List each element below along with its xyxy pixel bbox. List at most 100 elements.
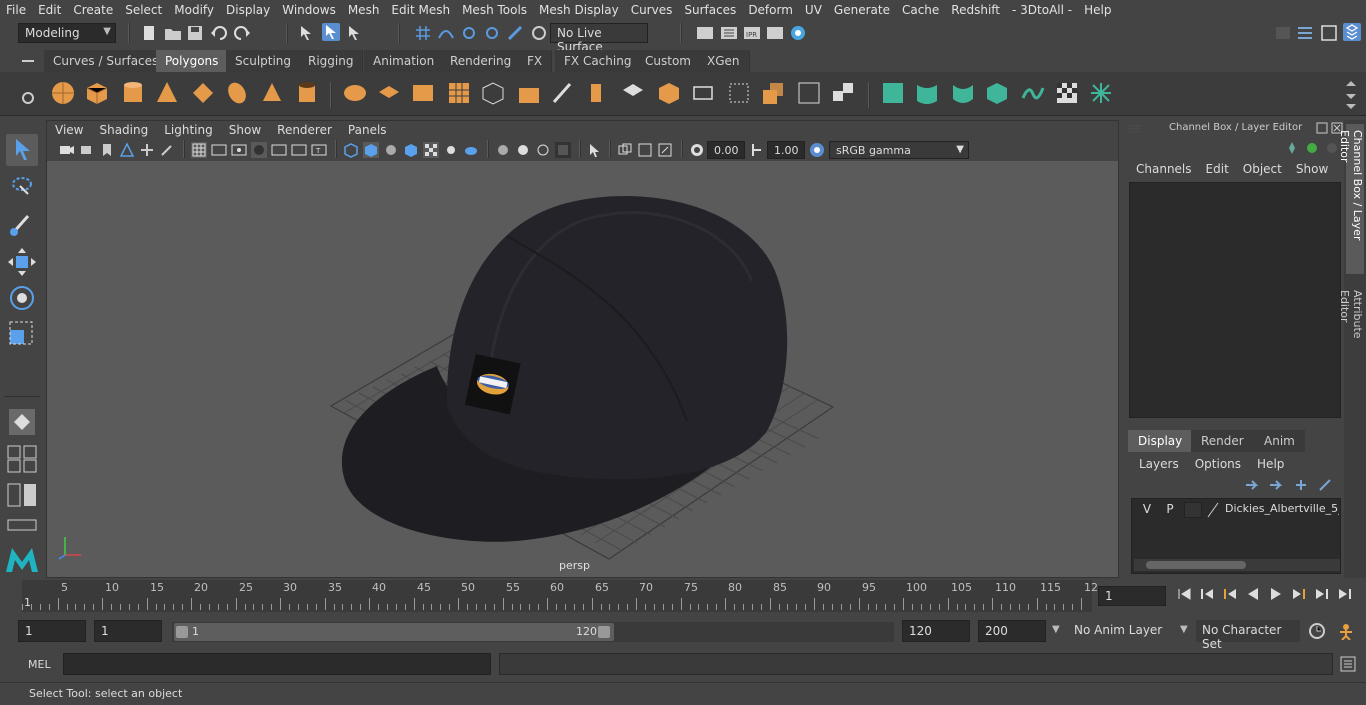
range-track[interactable]: 1 120 [172,622,894,642]
shadows-icon[interactable] [463,142,479,158]
snap-grid-icon[interactable] [414,24,432,42]
show-menu[interactable]: Show [1289,162,1335,176]
tab-sculpting[interactable]: Sculpting [226,50,302,72]
shelf-scroll-icon[interactable] [1344,78,1358,110]
viewport-menu-shading[interactable]: Shading [91,123,156,137]
snap-curve-icon[interactable] [437,24,455,42]
command-language-toggle[interactable]: MEL [18,654,58,676]
snap-live-icon[interactable] [506,24,524,42]
menu-file[interactable]: File [0,3,32,17]
layer-list-scrollbar[interactable] [1134,559,1340,571]
poly-cube-icon[interactable] [84,80,110,106]
tab-attribute-editor[interactable]: Attribute Editor [1338,284,1364,376]
menu-curves[interactable]: Curves [625,3,679,17]
film-gate-icon[interactable] [211,142,227,158]
exposure-field[interactable]: 0.00 [707,141,745,159]
edit-menu[interactable]: Edit [1199,162,1236,176]
mode-selector[interactable]: Modeling ▼ [18,23,116,43]
options-menu[interactable]: Options [1187,457,1249,471]
lasso-tool-button[interactable] [6,172,38,204]
channels-menu[interactable]: Channels [1122,162,1199,176]
float-panel-icon[interactable] [1316,122,1328,134]
target-weld-icon[interactable] [690,80,716,106]
append-icon[interactable] [586,80,612,106]
uv-editor-icon[interactable] [1088,80,1114,106]
menu-mesh-tools[interactable]: Mesh Tools [456,3,533,17]
menu-3dtoall[interactable]: - 3DtoAll - [1006,3,1078,17]
menu-mesh-display[interactable]: Mesh Display [533,3,625,17]
command-input[interactable] [63,653,491,675]
step-forward-key-icon[interactable] [1314,586,1330,602]
render-frame-icon[interactable] [720,24,738,42]
snap-point-icon[interactable] [460,24,478,42]
current-frame-field[interactable]: 1 [1098,586,1166,606]
isolate-select-icon[interactable] [587,142,603,158]
play-forward-icon[interactable] [1268,586,1284,602]
ambient-occlusion-icon[interactable] [495,142,511,158]
poly-sphere-icon[interactable] [50,80,76,106]
colorspace-dropdown[interactable]: sRGB gamma ▼ [829,141,969,159]
extract-icon[interactable] [410,80,436,106]
viewport-menu-lighting[interactable]: Lighting [156,123,221,137]
perspective-viewport[interactable]: persp [47,161,1118,577]
wireframe-icon[interactable] [343,142,359,158]
camera-attributes-icon[interactable] [79,142,95,158]
poly-torus-icon[interactable] [224,80,250,106]
scale-tool-button[interactable] [6,318,38,350]
menu-cache[interactable]: Cache [896,3,945,17]
exposure-icon[interactable] [689,142,705,158]
tab-render[interactable]: Render [1191,430,1254,452]
menu-windows[interactable]: Windows [276,3,342,17]
gamma-field[interactable]: 1.00 [767,141,805,159]
open-scene-icon[interactable] [164,24,182,42]
poly-pipe-icon[interactable] [294,80,320,106]
character-set-dropdown[interactable]: No Character Set [1196,620,1300,651]
script-editor-icon[interactable] [1340,656,1356,672]
chevron-down-icon[interactable]: ▼ [1180,624,1188,635]
uv-planar-icon[interactable] [880,80,906,106]
playback-start-field[interactable]: 1 [94,620,162,642]
outliner-layout-icon[interactable] [6,518,38,532]
depth-of-field-icon[interactable] [555,142,571,158]
paint-select-tool-button[interactable] [6,208,38,240]
tool-settings-toggle-icon[interactable] [1320,24,1338,42]
mirror-icon[interactable] [796,80,822,106]
menu-surfaces[interactable]: Surfaces [678,3,742,17]
attribute-editor-toggle-icon[interactable] [1296,24,1314,42]
uv-checker-icon[interactable] [1054,80,1080,106]
soft-select-button[interactable] [6,406,38,438]
shelf-settings-gear-icon[interactable] [20,90,36,106]
resolution-gate-icon[interactable] [231,142,247,158]
help-menu[interactable]: Help [1249,457,1292,471]
safe-action-icon[interactable] [291,142,307,158]
tab-display[interactable]: Display [1128,430,1193,452]
tab-xgen[interactable]: XGen [698,50,750,72]
range-start-handle[interactable] [176,626,188,638]
multi-cut-icon[interactable] [620,80,646,106]
rotate-tool-button[interactable] [6,282,38,314]
gamma-icon[interactable] [749,142,765,158]
go-to-start-icon[interactable] [1176,586,1192,602]
menu-generate[interactable]: Generate [828,3,896,17]
grid-toggle-icon[interactable] [191,142,207,158]
poly-pyramid-icon[interactable] [259,80,285,106]
frame-selected-icon[interactable] [657,142,673,158]
combine-objects-icon[interactable] [830,80,856,106]
insert-edge-loop-icon[interactable] [656,80,682,106]
single-view-layout-icon[interactable] [6,444,38,474]
two-panel-layout-icon[interactable] [6,482,38,508]
step-forward-frame-icon[interactable] [1291,586,1307,602]
viewport-menu-panels[interactable]: Panels [340,123,395,137]
menu-create[interactable]: Create [67,3,119,17]
layer-name[interactable]: Dickies_Albertville_5_P [1225,502,1339,515]
new-scene-icon[interactable] [140,24,158,42]
uv-cylindrical-icon[interactable] [914,80,940,106]
image-plane-icon[interactable] [119,142,135,158]
scrollbar-thumb[interactable] [1146,561,1246,569]
step-back-frame-icon[interactable] [1222,586,1238,602]
anti-aliasing-icon[interactable] [535,142,551,158]
menu-deform[interactable]: Deform [742,3,799,17]
play-backward-icon[interactable] [1245,586,1261,602]
snap-view-plane-icon[interactable] [483,24,501,42]
tab-curves-surfaces[interactable]: Curves / Surfaces [44,50,169,72]
